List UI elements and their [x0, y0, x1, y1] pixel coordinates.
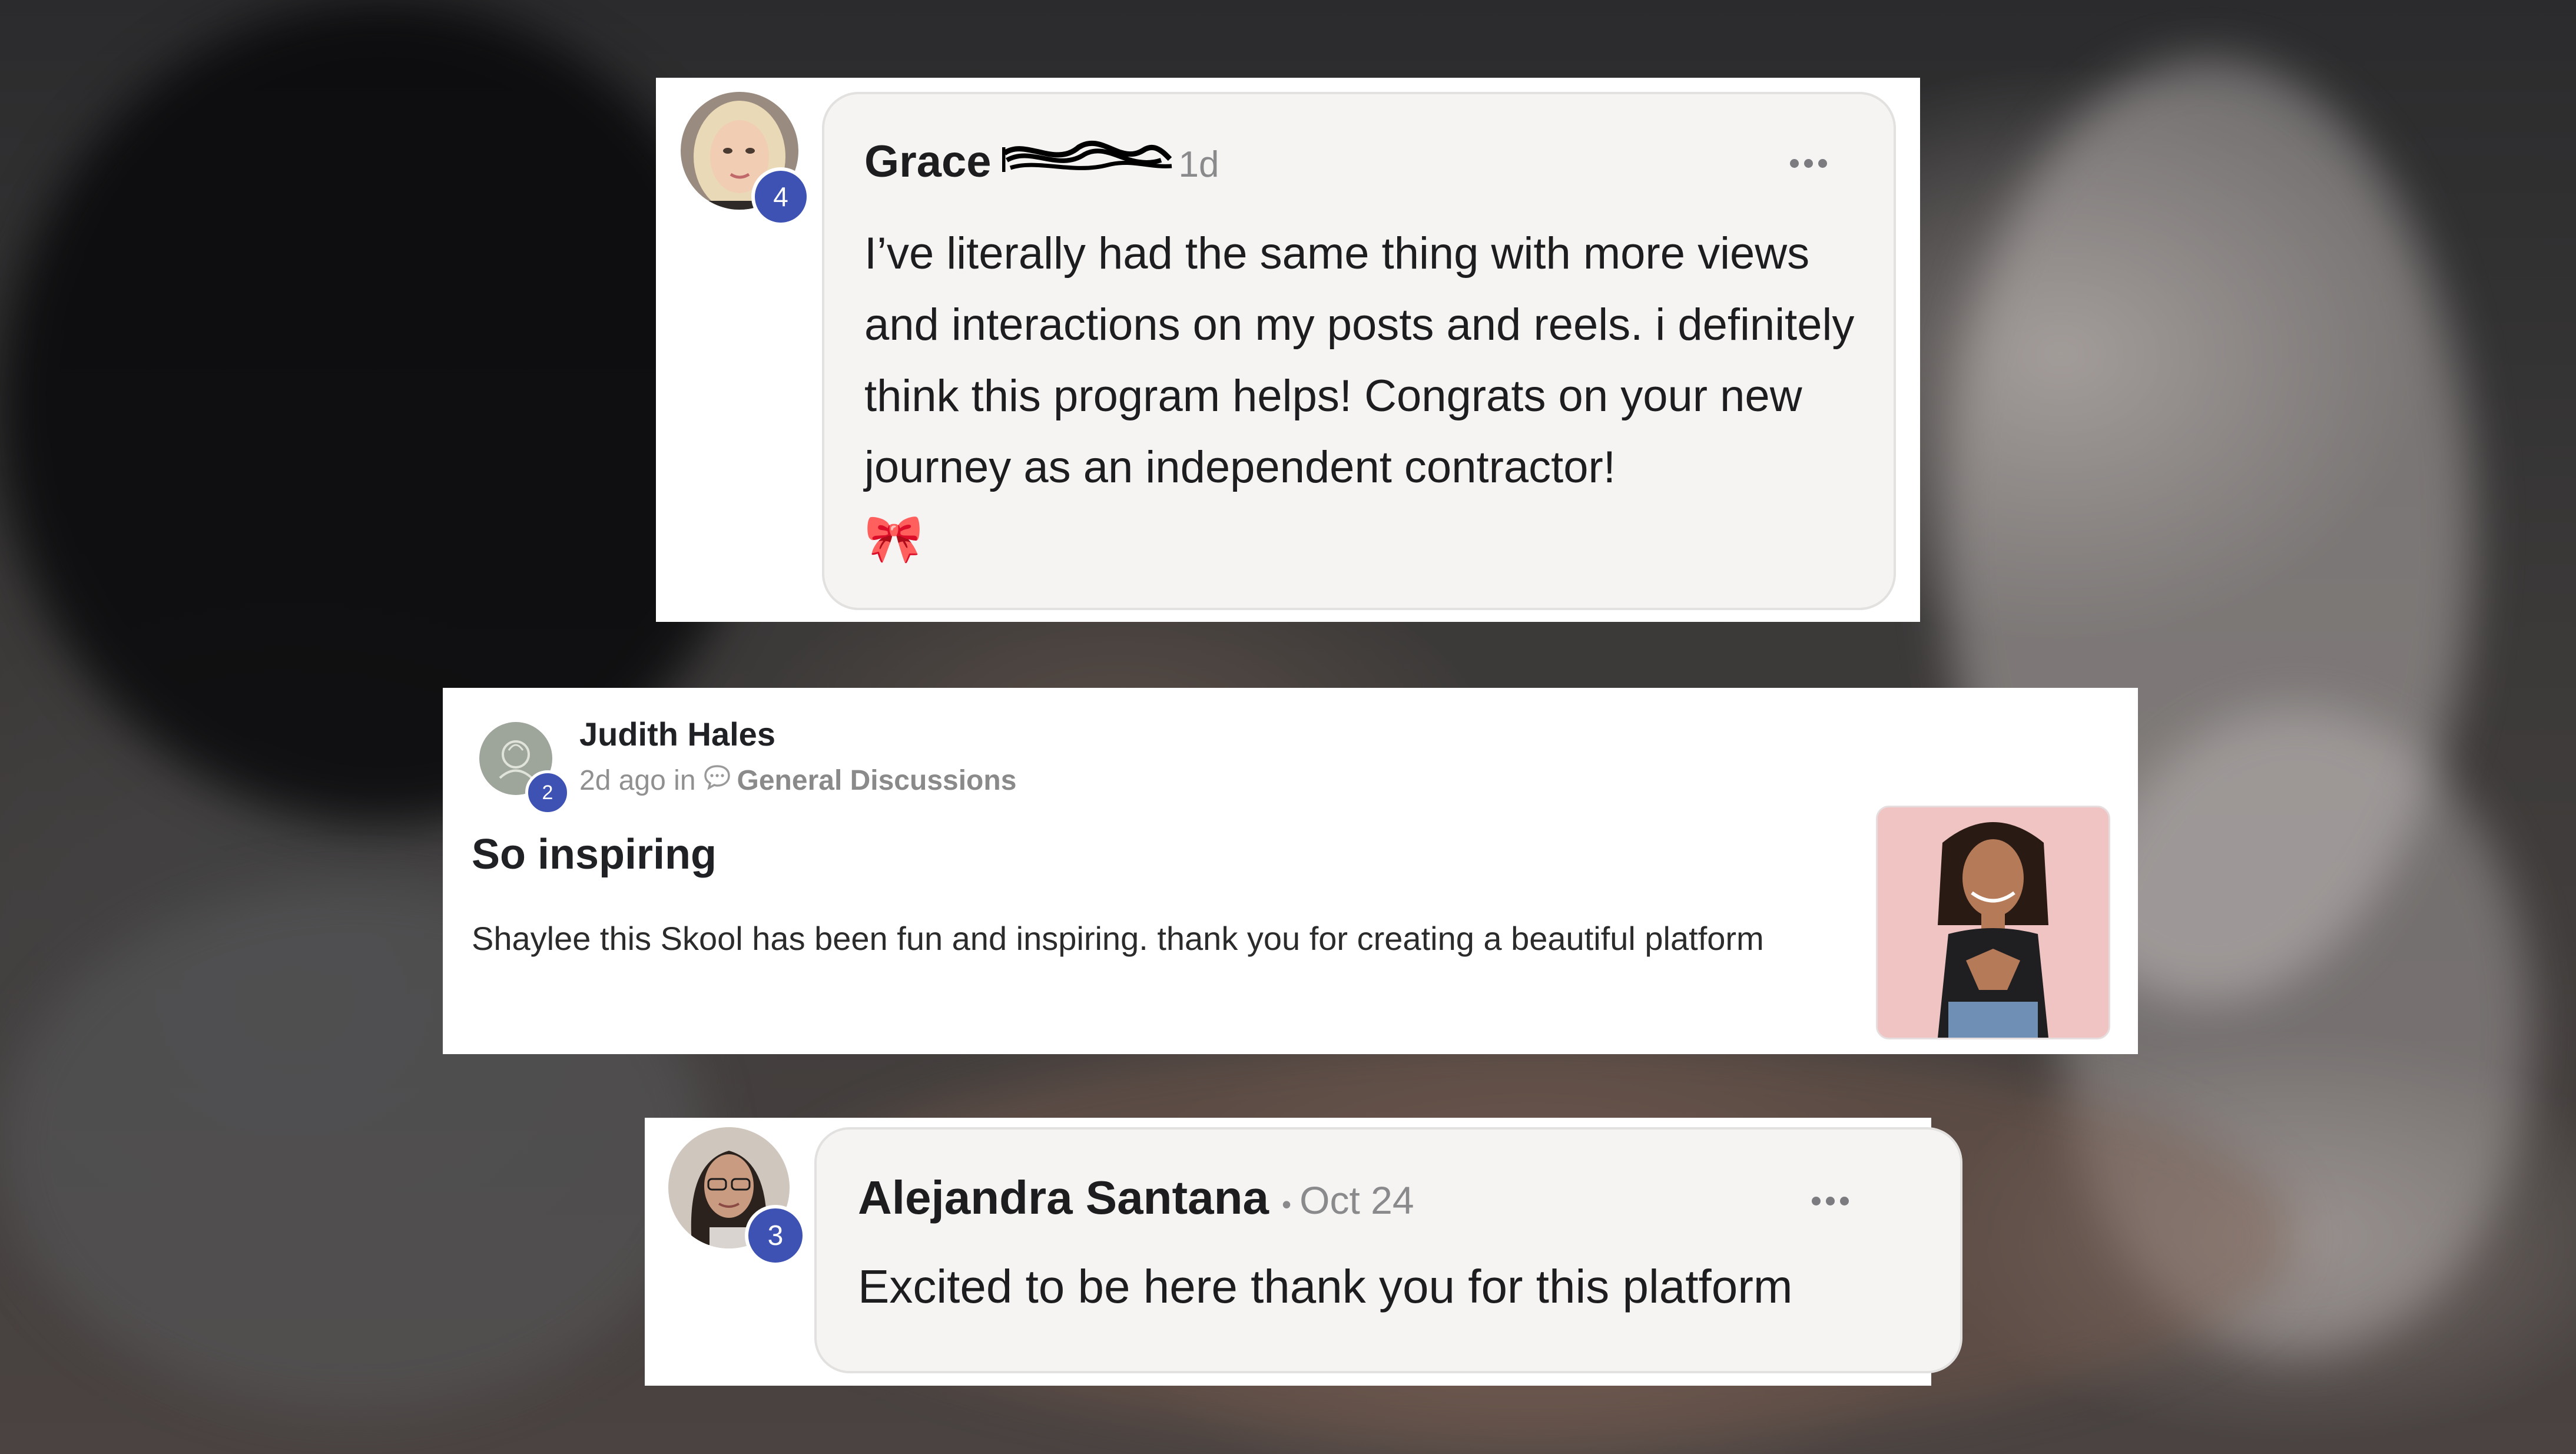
avatar-alejandra[interactable]: 3: [668, 1127, 806, 1266]
post-card-judith[interactable]: 2 Judith Hales 2d ago in General Discuss…: [443, 688, 2138, 1054]
post-author-name[interactable]: Judith Hales: [579, 715, 775, 753]
more-options-icon[interactable]: [1812, 1197, 1849, 1205]
meta-separator: •: [1282, 1189, 1292, 1220]
comment-card-alejandra: 3 Alejandra Santana • Oct 24 Excited to …: [645, 1118, 1962, 1386]
post-meta: 2d ago in General Discussions: [579, 763, 1016, 797]
comment-timestamp: 1d: [1178, 144, 1219, 185]
level-badge: 2: [525, 770, 570, 815]
speech-bubble-icon: [703, 763, 731, 797]
post-timestamp: 2d ago in: [579, 764, 696, 796]
comment-header: Grace 1d: [864, 135, 1219, 187]
comment-body: Excited to be here thank you for this pl…: [858, 1260, 1793, 1313]
avatar-judith[interactable]: 2: [479, 722, 570, 815]
comment-body: I’ve literally had the same thing with m…: [864, 218, 1877, 575]
author-name[interactable]: Alejandra Santana: [858, 1171, 1269, 1225]
comment-text: I’ve literally had the same thing with m…: [864, 228, 1855, 492]
post-body: Shaylee this Skool has been fun and insp…: [472, 920, 1764, 957]
comment-header: Alejandra Santana • Oct 24: [858, 1171, 1414, 1225]
avatar-grace[interactable]: 4: [681, 92, 810, 226]
level-badge: 3: [745, 1205, 806, 1266]
bow-emoji: 🎀: [864, 511, 923, 566]
comment-timestamp: Oct 24: [1299, 1178, 1414, 1222]
post-thumbnail-image[interactable]: [1876, 806, 2110, 1039]
comment-card-grace: 4 Grace 1d I’ve literally had the same t…: [656, 78, 1920, 622]
comment-bubble: Grace 1d I’ve literally had the same thi…: [822, 92, 1896, 610]
screenshot-stage: 4 Grace 1d I’ve literally had the same t…: [0, 0, 2576, 1454]
level-badge-number: 3: [767, 1220, 784, 1251]
level-badge-number: 4: [773, 181, 788, 212]
post-title[interactable]: So inspiring: [472, 830, 717, 879]
post-category-link[interactable]: General Discussions: [737, 764, 1017, 797]
redacted-surname-scribble: [1001, 135, 1173, 177]
comment-bubble: Alejandra Santana • Oct 24 Excited to be…: [814, 1127, 1962, 1373]
more-options-icon[interactable]: [1790, 159, 1827, 168]
author-name[interactable]: Grace: [864, 136, 992, 187]
level-badge: 4: [751, 167, 810, 226]
level-badge-number: 2: [542, 781, 553, 804]
